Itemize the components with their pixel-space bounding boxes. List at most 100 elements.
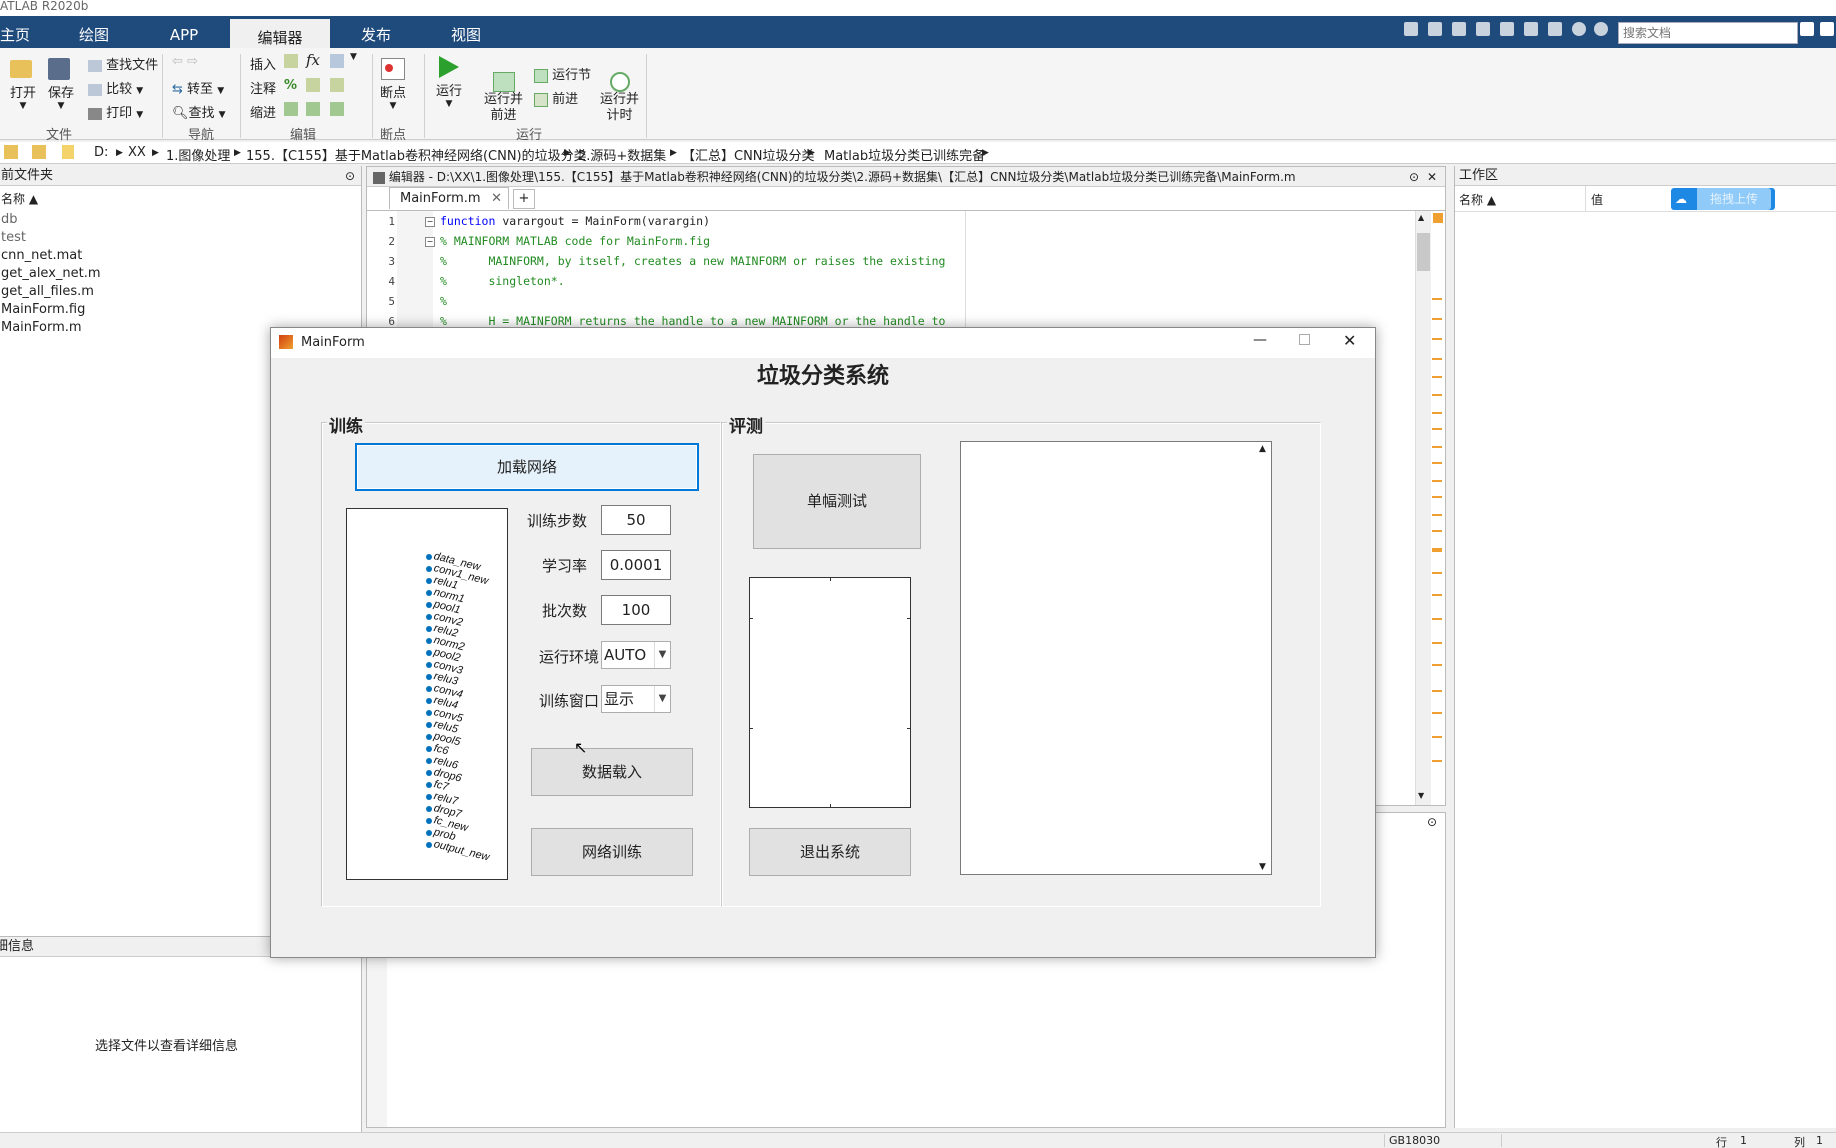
find-files-button[interactable]: 查找文件 bbox=[88, 54, 158, 73]
compare-button[interactable]: 比较 ▼ bbox=[88, 78, 143, 97]
close-icon[interactable]: ✕ bbox=[1343, 331, 1356, 350]
run-section-button[interactable]: 运行节 bbox=[534, 64, 591, 83]
run-and-time-button[interactable]: 运行并 计时 bbox=[600, 56, 639, 140]
column-name-header[interactable]: 名称 ▲ bbox=[1, 190, 38, 207]
tab-plots[interactable]: 绘图 bbox=[66, 16, 122, 48]
up-folder-icon[interactable] bbox=[4, 145, 18, 159]
run-button[interactable]: 运行 ▼ bbox=[436, 56, 462, 109]
insert-section-icon[interactable] bbox=[284, 54, 298, 68]
warning-mark[interactable] bbox=[1432, 594, 1442, 596]
breadcrumb-1[interactable]: XX bbox=[128, 145, 146, 160]
tab-editor[interactable]: 编辑器 bbox=[230, 16, 330, 48]
execution-env-select[interactable]: AUTO ▼ bbox=[601, 641, 671, 669]
tab-apps[interactable]: APP bbox=[156, 16, 212, 48]
back-forward-arrows-icon[interactable]: ⇦ ⇨ bbox=[172, 54, 198, 69]
warning-mark[interactable] bbox=[1432, 496, 1442, 498]
switch-windows-icon[interactable] bbox=[1548, 22, 1562, 36]
copy-icon[interactable] bbox=[1452, 22, 1466, 36]
warning-mark[interactable] bbox=[1432, 376, 1442, 378]
list-item[interactable]: MainForm.m bbox=[1, 320, 82, 335]
scroll-thumb[interactable] bbox=[1417, 233, 1430, 271]
insert-button[interactable]: 插入 bbox=[250, 54, 276, 73]
column-value-header[interactable]: 值 bbox=[1591, 191, 1603, 208]
analyzer-status-icon[interactable] bbox=[1433, 213, 1443, 223]
options-icon[interactable] bbox=[1594, 22, 1608, 36]
close-tab-icon[interactable]: ✕ bbox=[491, 191, 502, 206]
warning-mark[interactable] bbox=[1432, 318, 1442, 320]
window-title-bar[interactable]: MainForm — ✕ bbox=[271, 328, 1375, 358]
breadcrumb-2[interactable]: 1.图像处理 bbox=[166, 145, 230, 164]
panel-menu-icon[interactable]: ⊙ bbox=[1427, 815, 1437, 829]
scroll-down-icon[interactable]: ▼ bbox=[1418, 791, 1424, 800]
warning-mark[interactable] bbox=[1432, 514, 1442, 516]
breadcrumb-4[interactable]: 2.源码+数据集 bbox=[578, 145, 666, 164]
new-tab-button[interactable]: + bbox=[513, 189, 535, 209]
fold-icon[interactable]: − bbox=[425, 237, 435, 247]
list-item[interactable]: db bbox=[1, 212, 18, 227]
batch-size-field[interactable]: 100 bbox=[601, 595, 671, 625]
code-line[interactable]: % singleton*. bbox=[440, 274, 565, 288]
breadcrumb-0[interactable]: D: bbox=[94, 145, 108, 160]
editor-scrollbar[interactable]: ▲ ▼ bbox=[1415, 211, 1431, 805]
load-network-button[interactable]: 加载网络 bbox=[355, 443, 699, 491]
tab-home[interactable]: 主页 bbox=[0, 16, 30, 48]
breadcrumb-6[interactable]: Matlab垃圾分类已训练完备 bbox=[824, 145, 985, 164]
code-line[interactable]: % MAINFORM, by itself, creates a new MAI… bbox=[440, 254, 945, 268]
advance-button[interactable]: 前进 bbox=[534, 88, 578, 107]
training-window-select[interactable]: 显示 ▼ bbox=[601, 685, 671, 713]
column-name-header[interactable]: 名称 ▲ bbox=[1459, 191, 1496, 208]
breadcrumb-5[interactable]: 【汇总】CNN垃圾分类 bbox=[682, 145, 815, 164]
scroll-down-icon[interactable]: ▼ bbox=[1259, 862, 1266, 872]
maximize-icon[interactable] bbox=[1299, 334, 1310, 345]
close-icon[interactable]: ✕ bbox=[1427, 167, 1437, 187]
list-item[interactable]: get_alex_net.m bbox=[1, 266, 101, 281]
list-item[interactable]: test bbox=[1, 230, 26, 245]
open-button[interactable]: 打开 ▼ bbox=[10, 60, 36, 111]
panel-menu-icon[interactable]: ⊙ bbox=[345, 166, 355, 186]
help-icon[interactable] bbox=[1572, 22, 1586, 36]
list-item[interactable]: cnn_net.mat bbox=[1, 248, 82, 263]
learning-rate-field[interactable]: 0.0001 bbox=[601, 550, 671, 580]
warning-mark[interactable] bbox=[1432, 428, 1442, 430]
indent-button[interactable]: 缩进 bbox=[250, 102, 276, 121]
search-docs-input[interactable] bbox=[1618, 22, 1798, 44]
code-line[interactable]: % MAINFORM MATLAB code for MainForm.fig bbox=[440, 234, 710, 248]
warning-mark[interactable] bbox=[1432, 462, 1442, 464]
cut-icon[interactable] bbox=[1428, 22, 1442, 36]
find-button[interactable]: 🔍︎查找 ▼ bbox=[172, 102, 226, 121]
save-button[interactable]: 保存 ▼ bbox=[48, 58, 74, 111]
epochs-field[interactable]: 50 bbox=[601, 505, 671, 535]
warning-mark[interactable] bbox=[1432, 446, 1442, 448]
redo-icon[interactable] bbox=[1524, 22, 1538, 36]
warning-mark[interactable] bbox=[1432, 358, 1442, 360]
fold-icon[interactable]: − bbox=[425, 217, 435, 227]
comment-percent-icon[interactable]: % bbox=[284, 78, 297, 93]
warning-mark[interactable] bbox=[1432, 690, 1442, 692]
warning-mark[interactable] bbox=[1432, 530, 1442, 532]
warning-mark[interactable] bbox=[1432, 394, 1442, 396]
warning-mark[interactable] bbox=[1432, 298, 1442, 300]
panel-menu-icon[interactable]: ⊙ bbox=[1409, 167, 1419, 187]
code-line[interactable]: function varargout = MainForm(varargin) bbox=[440, 214, 710, 228]
paste-icon[interactable] bbox=[1476, 22, 1490, 36]
search-icon[interactable] bbox=[1800, 22, 1814, 36]
tab-view[interactable]: 视图 bbox=[436, 16, 496, 48]
train-network-button[interactable]: 网络训练 bbox=[531, 828, 693, 876]
print-button[interactable]: 打印 ▼ bbox=[88, 102, 143, 121]
minimize-icon[interactable]: — bbox=[1253, 332, 1267, 348]
load-data-button[interactable]: 数据载入 bbox=[531, 748, 693, 796]
scroll-up-icon[interactable]: ▲ bbox=[1259, 444, 1266, 454]
warning-mark[interactable] bbox=[1432, 480, 1442, 482]
list-item[interactable]: MainForm.fig bbox=[1, 302, 85, 317]
warning-mark[interactable] bbox=[1432, 572, 1442, 574]
code-line[interactable]: % H = MAINFORM returns the handle to a n… bbox=[440, 314, 945, 328]
single-image-test-button[interactable]: 单幅测试 bbox=[753, 454, 921, 549]
exit-system-button[interactable]: 退出系统 bbox=[749, 828, 911, 876]
browse-folder-icon[interactable] bbox=[32, 145, 46, 159]
undo-icon[interactable] bbox=[1500, 22, 1514, 36]
wrap-comments-icon[interactable] bbox=[330, 78, 344, 92]
tab-publish[interactable]: 发布 bbox=[346, 16, 406, 48]
increase-indent-icon[interactable] bbox=[330, 102, 344, 116]
result-listbox[interactable]: ▲ ▼ bbox=[960, 441, 1272, 875]
warning-mark[interactable] bbox=[1432, 736, 1442, 738]
